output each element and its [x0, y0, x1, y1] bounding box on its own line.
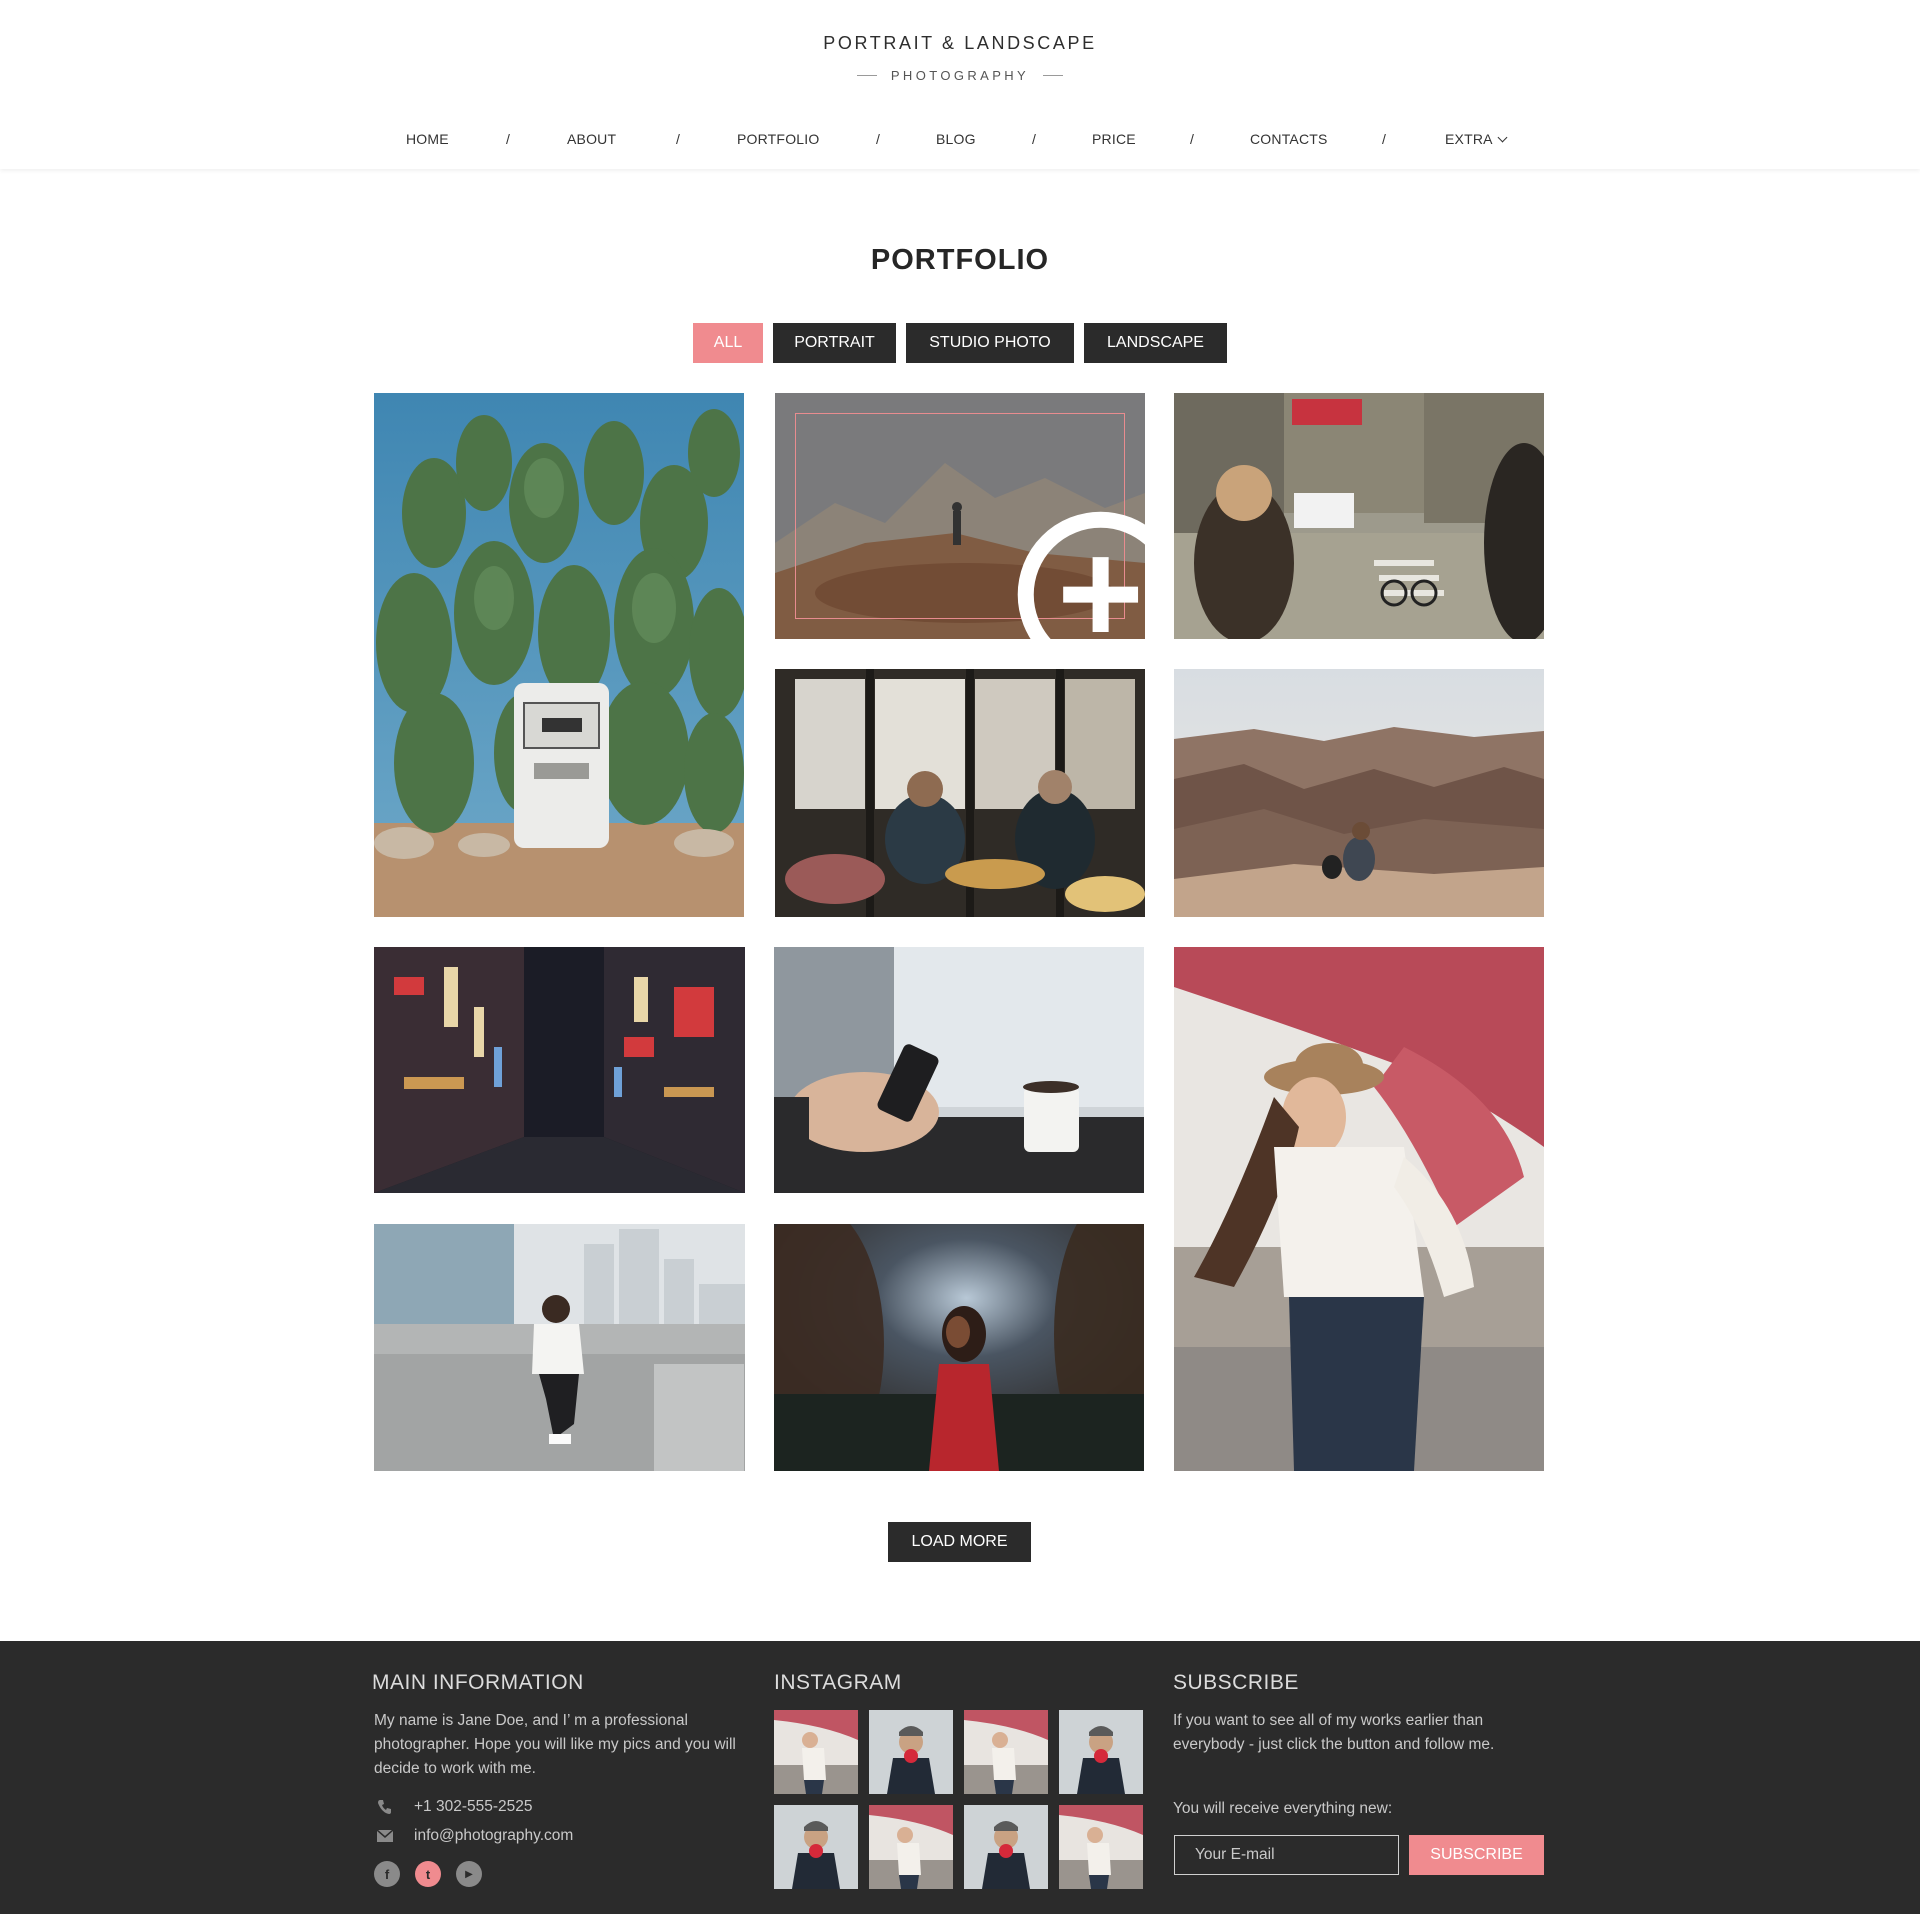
- site-footer: MAIN INFORMATION My name is Jane Doe, an…: [0, 1641, 1920, 1914]
- photo-canyon: [1174, 669, 1544, 917]
- filter-all-button[interactable]: ALL: [693, 323, 763, 363]
- nav-item-home[interactable]: HOME: [406, 131, 449, 147]
- phone-icon: [374, 1796, 396, 1818]
- twitter-icon[interactable]: t: [415, 1861, 441, 1887]
- photo-man-red-thumb: [964, 1805, 1048, 1889]
- main-info-heading: MAIN INFORMATION: [372, 1671, 584, 1694]
- filter-studio-photo-button[interactable]: STUDIO PHOTO: [906, 323, 1074, 363]
- main-info-text: My name is Jane Doe, and I’ m a professi…: [374, 1712, 736, 1777]
- instagram-heading: INSTAGRAM: [774, 1671, 902, 1694]
- contact-email[interactable]: info@photography.com: [374, 1825, 573, 1847]
- email-field[interactable]: [1174, 1835, 1399, 1875]
- photo-city-street: [1174, 393, 1544, 639]
- page-title: PORTFOLIO: [870, 244, 1050, 276]
- logo-subtitle: PHOTOGRAPHY: [0, 68, 1920, 83]
- logo-divider: [856, 75, 877, 76]
- logo-title[interactable]: PORTRAIT & LANDSCAPE: [0, 33, 1920, 54]
- logo-subtitle-text: PHOTOGRAPHY: [890, 68, 1030, 83]
- portfolio-image-woman-forest[interactable]: [774, 1224, 1144, 1471]
- nav-separator: /: [676, 131, 680, 147]
- instagram-thumb[interactable]: [869, 1710, 953, 1794]
- photo-phone-coffee: [774, 947, 1144, 1193]
- portfolio-image-woman-balloon[interactable]: [1174, 947, 1544, 1471]
- photo-man-red-thumb: [869, 1710, 953, 1794]
- subscribe-heading: SUBSCRIBE: [1173, 1671, 1299, 1694]
- photo-woman-balloon-thumb: [869, 1805, 953, 1889]
- chevron-down-icon: [1497, 132, 1508, 143]
- nav-separator: /: [1190, 131, 1194, 147]
- youtube-icon[interactable]: ▶: [456, 1861, 482, 1887]
- contact-phone-text: +1 302-555-2525: [414, 1798, 533, 1815]
- photo-woman-balloon-thumb: [964, 1710, 1048, 1794]
- facebook-icon[interactable]: f: [374, 1861, 400, 1887]
- zoom-in-icon[interactable]: [937, 493, 1145, 639]
- instagram-thumb[interactable]: [774, 1710, 858, 1794]
- main-nav: HOME / ABOUT / PORTFOLIO / BLOG / PRICE …: [0, 131, 1920, 153]
- instagram-thumb[interactable]: [1059, 1710, 1143, 1794]
- nav-separator: /: [1032, 131, 1036, 147]
- portfolio-image-mountain[interactable]: [775, 393, 1145, 639]
- portfolio-filters: ALL PORTRAIT STUDIO PHOTO LANDSCAPE: [0, 323, 1920, 363]
- photo-woman-balloon-thumb: [1059, 1805, 1143, 1889]
- nav-item-blog[interactable]: BLOG: [936, 131, 976, 147]
- photo-woman-forest: [774, 1224, 1144, 1471]
- nav-item-extra-label: EXTRA: [1445, 131, 1493, 147]
- subscribe-text: If you want to see all of my works earli…: [1173, 1712, 1495, 1753]
- nav-separator: /: [876, 131, 880, 147]
- logo-divider: [1043, 75, 1064, 76]
- envelope-icon: [374, 1825, 396, 1847]
- nav-item-price[interactable]: PRICE: [1092, 131, 1136, 147]
- instagram-thumb[interactable]: [1059, 1805, 1143, 1889]
- portfolio-image-neon-street[interactable]: [374, 947, 745, 1193]
- nav-item-extra[interactable]: EXTRA: [1445, 131, 1508, 147]
- subscribe-button[interactable]: SUBSCRIBE: [1409, 1835, 1544, 1875]
- photo-neon-street: [374, 947, 745, 1193]
- instagram-thumb[interactable]: [964, 1710, 1048, 1794]
- portfolio-image-cafe[interactable]: [775, 669, 1145, 917]
- nav-separator: /: [506, 131, 510, 147]
- portfolio-image-canyon[interactable]: [1174, 669, 1544, 917]
- photo-man-red-thumb: [1059, 1710, 1143, 1794]
- site-header: PORTRAIT & LANDSCAPE PHOTOGRAPHY HOME / …: [0, 0, 1920, 169]
- photo-woman-wall: [374, 1224, 745, 1471]
- filter-portrait-button[interactable]: PORTRAIT: [773, 323, 896, 363]
- instagram-thumb[interactable]: [964, 1805, 1048, 1889]
- portfolio-image-phone-coffee[interactable]: [774, 947, 1144, 1193]
- nav-item-portfolio[interactable]: PORTFOLIO: [737, 131, 819, 147]
- nav-item-contacts[interactable]: CONTACTS: [1250, 131, 1328, 147]
- portfolio-image-woman-wall[interactable]: [374, 1224, 745, 1471]
- instagram-thumb[interactable]: [869, 1805, 953, 1889]
- nav-separator: /: [1382, 131, 1386, 147]
- photo-woman-balloon-thumb: [774, 1710, 858, 1794]
- nav-item-about[interactable]: ABOUT: [567, 131, 616, 147]
- photo-cactus: [374, 393, 744, 917]
- instagram-thumb[interactable]: [774, 1805, 858, 1889]
- subscribe-prompt: You will receive everything new:: [1173, 1800, 1393, 1817]
- filter-landscape-button[interactable]: LANDSCAPE: [1084, 323, 1227, 363]
- contact-email-text: info@photography.com: [414, 1827, 574, 1844]
- contact-phone[interactable]: +1 302-555-2525: [374, 1796, 533, 1818]
- load-more-button[interactable]: LOAD MORE: [888, 1522, 1031, 1562]
- portfolio-image-city-street[interactable]: [1174, 393, 1544, 639]
- portfolio-image-cactus[interactable]: [374, 393, 744, 917]
- photo-man-red-thumb: [774, 1805, 858, 1889]
- photo-cafe: [775, 669, 1145, 917]
- photo-woman-balloon: [1174, 947, 1544, 1471]
